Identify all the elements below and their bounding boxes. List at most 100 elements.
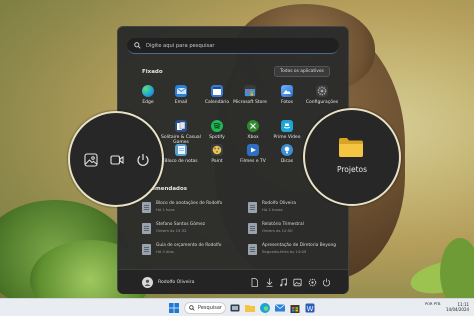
notepad-icon bbox=[175, 144, 187, 156]
pinned-app-email[interactable]: Email bbox=[163, 85, 199, 105]
app-label: Dicas bbox=[280, 159, 294, 164]
mail-taskbar-icon[interactable] bbox=[274, 302, 286, 314]
search-icon bbox=[134, 42, 141, 49]
document-icon bbox=[248, 223, 257, 234]
tray-date: 14/04/2024 bbox=[446, 307, 470, 312]
magnifier-left bbox=[68, 111, 164, 207]
pinned-app-solitaire[interactable]: Solitaire & Casual Games bbox=[161, 120, 201, 145]
recommended-item[interactable]: Bloco de anotações de Rodolfo Há 1 hora bbox=[142, 201, 232, 215]
tray-clock[interactable]: 11:11 14/04/2024 bbox=[446, 302, 469, 312]
app-label: Microsoft Store bbox=[233, 100, 267, 105]
windows-start-icon[interactable] bbox=[168, 302, 180, 314]
recommended-item[interactable]: Relatório Trimestral Ontem às 12:50 bbox=[248, 222, 338, 236]
store-icon bbox=[244, 85, 256, 97]
document-folder-icon[interactable] bbox=[250, 278, 259, 287]
recommended-item-name: Stefano Santos Gómez bbox=[156, 222, 205, 227]
tips-icon bbox=[281, 144, 293, 156]
recommended-item[interactable]: Rodolfo Oliveira Há 2 horas bbox=[248, 201, 338, 215]
pinned-app-films-tv[interactable]: Filmes e TV bbox=[235, 144, 271, 164]
user-icon bbox=[144, 279, 151, 286]
app-label: Bloco de notas bbox=[164, 159, 198, 164]
taskbar-search-label: Pesquisar bbox=[198, 305, 222, 311]
pinned-section-title: Fixado bbox=[142, 69, 163, 75]
document-icon bbox=[142, 244, 151, 255]
mail-icon bbox=[175, 85, 187, 97]
recommended-item-time: Há 2 horas bbox=[262, 207, 283, 212]
app-label: Spotify bbox=[209, 135, 225, 140]
edge-taskbar-icon[interactable] bbox=[259, 302, 271, 314]
recommended-item-time: Há 3 dias bbox=[156, 249, 174, 254]
recommended-item-name: Rodolfo Oliveira bbox=[262, 201, 297, 206]
pinned-app-notepad[interactable]: Bloco de notas bbox=[163, 144, 199, 164]
start-menu-footer: Rodolfo Oliveira bbox=[118, 269, 348, 294]
power-icon[interactable] bbox=[136, 153, 150, 167]
search-placeholder: Digite aqui para pesquisar bbox=[146, 42, 215, 49]
pinned-app-settings[interactable]: Configurações bbox=[304, 85, 340, 105]
word-taskbar-icon[interactable]: W bbox=[304, 302, 316, 314]
pinned-app-store[interactable]: Microsoft Store bbox=[232, 85, 268, 105]
magnifier-right: Projetos bbox=[303, 108, 401, 206]
app-label: Prime Video bbox=[273, 135, 301, 140]
prime-video-icon bbox=[281, 120, 293, 132]
spotify-icon bbox=[211, 120, 223, 132]
projects-folder-label: Projetos bbox=[336, 165, 368, 174]
recommended-item-name: Apresentação de Diretoria Beyong bbox=[262, 243, 336, 248]
xbox-icon bbox=[247, 120, 259, 132]
store-taskbar-icon[interactable] bbox=[289, 302, 301, 314]
taskbar-search-input[interactable]: Pesquisar bbox=[184, 302, 226, 314]
recommended-item[interactable]: Apresentação de Diretoria Beyong Segunda… bbox=[248, 243, 338, 257]
video-icon[interactable] bbox=[110, 153, 124, 167]
app-label: Configurações bbox=[305, 100, 339, 105]
search-icon bbox=[189, 305, 195, 311]
user-name[interactable]: Rodolfo Oliveira bbox=[158, 280, 194, 285]
app-label: Fotos bbox=[280, 100, 294, 105]
pinned-app-tips[interactable]: Dicas bbox=[269, 144, 305, 164]
document-icon bbox=[142, 223, 151, 234]
all-apps-label: Todos os aplicativos bbox=[280, 69, 324, 74]
power-icon[interactable] bbox=[322, 278, 331, 287]
download-icon[interactable] bbox=[265, 278, 274, 287]
recommended-item-name: Guia de orçamento de Rodolfo bbox=[156, 243, 222, 248]
task-view-icon[interactable] bbox=[229, 302, 241, 314]
document-icon bbox=[142, 202, 151, 213]
music-icon[interactable] bbox=[279, 278, 288, 287]
pinned-app-xbox[interactable]: Xbox bbox=[235, 120, 271, 140]
pinned-app-calendar[interactable]: Calendário bbox=[199, 85, 235, 105]
folder-icon bbox=[339, 138, 363, 157]
photos-icon bbox=[281, 85, 293, 97]
tray-language[interactable]: POR PTB bbox=[425, 302, 440, 307]
edge-icon bbox=[142, 85, 154, 97]
avatar[interactable] bbox=[142, 277, 153, 288]
pinned-app-photos[interactable]: Fotos bbox=[269, 85, 305, 105]
recommended-item-time: Ontem às 15:32 bbox=[156, 228, 187, 233]
svg-text:W: W bbox=[307, 306, 314, 313]
recommended-item-name: Relatório Trimestral bbox=[262, 222, 304, 227]
solitaire-icon bbox=[175, 120, 187, 132]
calendar-icon bbox=[211, 85, 223, 97]
start-search-input[interactable]: Digite aqui para pesquisar bbox=[127, 38, 339, 54]
recommended-item-time: Segunda-feira às 14:05 bbox=[262, 249, 307, 254]
films-icon bbox=[247, 144, 259, 156]
app-label: Calendário bbox=[204, 100, 230, 105]
pinned-app-edge[interactable]: Edge bbox=[130, 85, 166, 105]
file-explorer-icon[interactable] bbox=[244, 302, 256, 314]
app-label: Paint bbox=[211, 159, 223, 164]
pinned-app-paint[interactable]: Paint bbox=[199, 144, 235, 164]
all-apps-button[interactable]: Todos os aplicativos bbox=[274, 66, 330, 77]
settings-icon[interactable] bbox=[308, 278, 317, 287]
projects-folder[interactable] bbox=[339, 138, 363, 157]
pinned-app-spotify[interactable]: Spotify bbox=[199, 120, 235, 140]
recommended-item[interactable]: Guia de orçamento de Rodolfo Há 3 dias bbox=[142, 243, 232, 257]
recommended-item-time: Ontem às 12:50 bbox=[262, 228, 293, 233]
app-label: Xbox bbox=[247, 135, 259, 140]
app-label: Edge bbox=[142, 100, 154, 105]
recommended-item[interactable]: Stefano Santos Gómez Ontem às 15:32 bbox=[142, 222, 232, 236]
taskbar: Pesquisar W POR PTB 11:11 14/04/2024 bbox=[0, 298, 474, 316]
image-icon[interactable] bbox=[293, 278, 302, 287]
app-label: Email bbox=[174, 100, 188, 105]
recommended-item-name: Bloco de anotações de Rodolfo bbox=[156, 201, 223, 206]
document-icon bbox=[248, 202, 257, 213]
image-icon[interactable] bbox=[84, 153, 98, 167]
pinned-app-prime-video[interactable]: Prime Video bbox=[269, 120, 305, 140]
app-label: Filmes e TV bbox=[240, 159, 266, 164]
